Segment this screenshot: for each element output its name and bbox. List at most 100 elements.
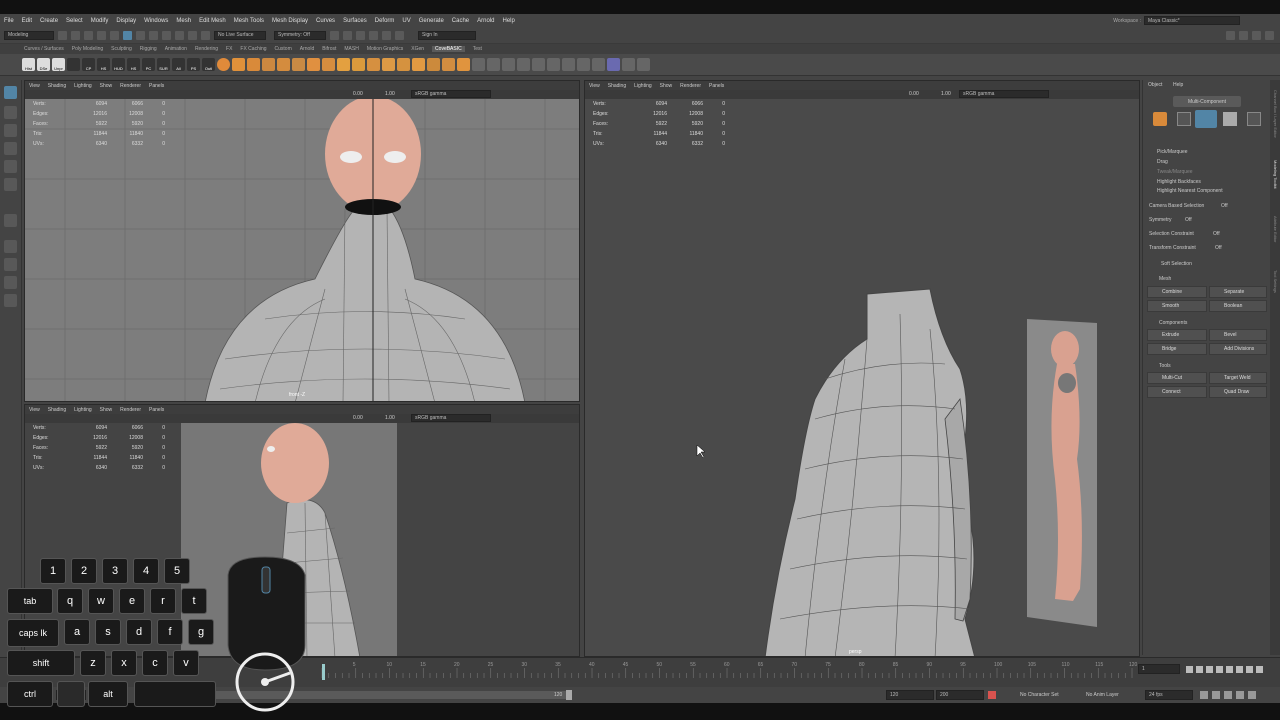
vp3-menu-panels[interactable]: Panels [709, 83, 724, 89]
vp1-menu-panels[interactable]: Panels [149, 83, 164, 89]
uv-mode-icon[interactable] [1247, 112, 1261, 126]
auto-key-icon[interactable] [988, 691, 996, 699]
menu-modify[interactable]: Modify [91, 18, 109, 24]
four-pane-layout-icon[interactable] [4, 258, 17, 271]
step-forward-frame-icon[interactable] [1236, 666, 1243, 673]
shelf-pc-button[interactable]: PC [142, 58, 155, 71]
play-backward-icon[interactable] [1216, 666, 1223, 673]
shelf-tab-animation[interactable]: Animation [165, 46, 187, 52]
object-mode-icon[interactable] [1153, 112, 1167, 126]
menu-arnold[interactable]: Arnold [477, 18, 494, 24]
character-set-dropdown[interactable]: No Character Set [1020, 692, 1059, 698]
extrude-button[interactable]: Extrude [1147, 329, 1207, 341]
boolean-button[interactable]: Boolean [1209, 300, 1267, 312]
side-tab-attribute-editor[interactable]: Attribute Editor [1272, 216, 1278, 266]
multi-cut-button[interactable]: Multi-Cut [1147, 372, 1207, 384]
camera-based-selection-dropdown[interactable]: Off [1221, 203, 1228, 209]
highlight-backfaces-checkbox[interactable]: Highlight Backfaces [1157, 179, 1201, 185]
render-settings-icon[interactable] [356, 30, 365, 40]
menu-mesh-tools[interactable]: Mesh Tools [234, 18, 264, 24]
playblast-icon[interactable] [395, 30, 404, 40]
bevel-button[interactable]: Bevel [1209, 329, 1267, 341]
vp3-exposure-value[interactable]: 0.00 [909, 91, 919, 97]
select-by-component-icon[interactable] [136, 30, 145, 40]
shelf-sur-button[interactable]: SUR [157, 58, 170, 71]
snap-surface-icon[interactable] [201, 30, 210, 40]
paint-select-tool-icon[interactable] [4, 124, 17, 137]
menu-windows[interactable]: Windows [144, 18, 168, 24]
shelf-tab-sculpting[interactable]: Sculpting [111, 46, 132, 52]
shelf-sew-uv-icon[interactable] [517, 58, 530, 71]
shelf-tab-bifrost[interactable]: Bifrost [322, 46, 336, 52]
last-tool-icon[interactable] [4, 214, 17, 227]
shelf-tab-fx[interactable]: FX [226, 46, 232, 52]
menu-mesh[interactable]: Mesh [176, 18, 191, 24]
shelf-extrude-icon[interactable] [352, 58, 365, 71]
menu-mesh-display[interactable]: Mesh Display [272, 18, 308, 24]
vp2-menu-lighting[interactable]: Lighting [74, 407, 92, 413]
range-slider-handle[interactable] [566, 690, 572, 700]
fps-dropdown[interactable]: 24 fps [1145, 690, 1193, 700]
undo-icon[interactable] [97, 30, 106, 40]
script-editor-icon[interactable] [1248, 691, 1256, 699]
vertex-mode-icon[interactable] [1177, 112, 1191, 126]
step-forward-key-icon[interactable] [1246, 666, 1253, 673]
shelf-poly-torus-icon[interactable] [277, 58, 290, 71]
mode-dropdown[interactable]: Modeling [4, 30, 54, 40]
play-forward-icon[interactable] [1226, 666, 1233, 673]
move-tool-icon[interactable] [4, 142, 17, 155]
shelf-cp-button[interactable]: CP [82, 58, 95, 71]
combine-button[interactable]: Combine [1147, 286, 1207, 298]
rotate-tool-icon[interactable] [4, 160, 17, 173]
vp2-menu-panels[interactable]: Panels [149, 407, 164, 413]
render-icon[interactable] [330, 30, 339, 40]
shelf-pivot-icon[interactable] [562, 58, 575, 71]
viewport-front[interactable]: View Shading Lighting Show Renderer Pane… [24, 80, 580, 402]
quad-draw-button[interactable]: Quad Draw [1209, 386, 1267, 398]
shelf-tab-poly[interactable]: Poly Modeling [72, 46, 103, 52]
menu-select[interactable]: Select [66, 18, 83, 24]
menu-create[interactable]: Create [40, 18, 58, 24]
shelf-hud-button[interactable]: HUD [112, 58, 125, 71]
shelf-mirror-icon[interactable] [457, 58, 470, 71]
bridge-button[interactable]: Bridge [1147, 343, 1207, 355]
ipr-render-icon[interactable] [343, 30, 352, 40]
arnold-render-icon[interactable] [382, 30, 391, 40]
shelf-tab-arnold[interactable]: Arnold [300, 46, 314, 52]
channel-box-toggle-icon[interactable] [1265, 30, 1274, 40]
workspace-dropdown[interactable]: Maya Classic* [1144, 16, 1240, 25]
vp3-menu-view[interactable]: View [589, 83, 600, 89]
shelf-separate-icon[interactable] [322, 58, 335, 71]
shelf-blank-button[interactable] [67, 58, 80, 71]
shelf-uv-editor-icon[interactable] [472, 58, 485, 71]
go-to-start-icon[interactable] [1186, 666, 1193, 673]
side-tab-channel-box[interactable]: Channel Box / Layer Editor [1272, 90, 1278, 150]
side-tab-modeling-toolkit[interactable]: Modeling Toolkit [1272, 160, 1278, 210]
menu-uv[interactable]: UV [402, 18, 410, 24]
hypershade-icon[interactable] [369, 30, 378, 40]
add-divisions-button[interactable]: Add Divisions [1209, 343, 1267, 355]
shelf-group-icon[interactable] [607, 58, 620, 71]
shelf-tab-test[interactable]: Test [473, 46, 482, 52]
shelf-layout-icon[interactable] [547, 58, 560, 71]
menu-cache[interactable]: Cache [452, 18, 469, 24]
vp2-exposure-value[interactable]: 0.00 [353, 415, 363, 421]
menu-edit-mesh[interactable]: Edit Mesh [199, 18, 226, 24]
shelf-tab-rendering[interactable]: Rendering [195, 46, 218, 52]
save-scene-icon[interactable] [84, 30, 93, 40]
highlight-nearest-checkbox[interactable]: Highlight Nearest Component [1157, 188, 1223, 194]
vp2-gamma-value[interactable]: 1.00 [385, 415, 395, 421]
shelf-insert-loop-icon[interactable] [412, 58, 425, 71]
vp2-menu-renderer[interactable]: Renderer [120, 407, 141, 413]
soft-selection-section[interactable]: Soft Selection [1161, 261, 1192, 267]
vp3-gamma-value[interactable]: 1.00 [941, 91, 951, 97]
shelf-tab-rigging[interactable]: Rigging [140, 46, 157, 52]
select-tool-icon[interactable] [4, 86, 17, 99]
shelf-tab-mash[interactable]: MASH [344, 46, 358, 52]
tweak-marquee-option[interactable]: Tweak/Marquee [1157, 169, 1193, 175]
shelf-fill-hole-icon[interactable] [442, 58, 455, 71]
shelf-unpr-button[interactable]: Unpr [52, 58, 65, 71]
current-time-indicator[interactable] [322, 664, 325, 680]
snap-grid-icon[interactable] [149, 30, 158, 40]
pick-marquee-option[interactable]: Pick/Marquee [1157, 149, 1188, 155]
